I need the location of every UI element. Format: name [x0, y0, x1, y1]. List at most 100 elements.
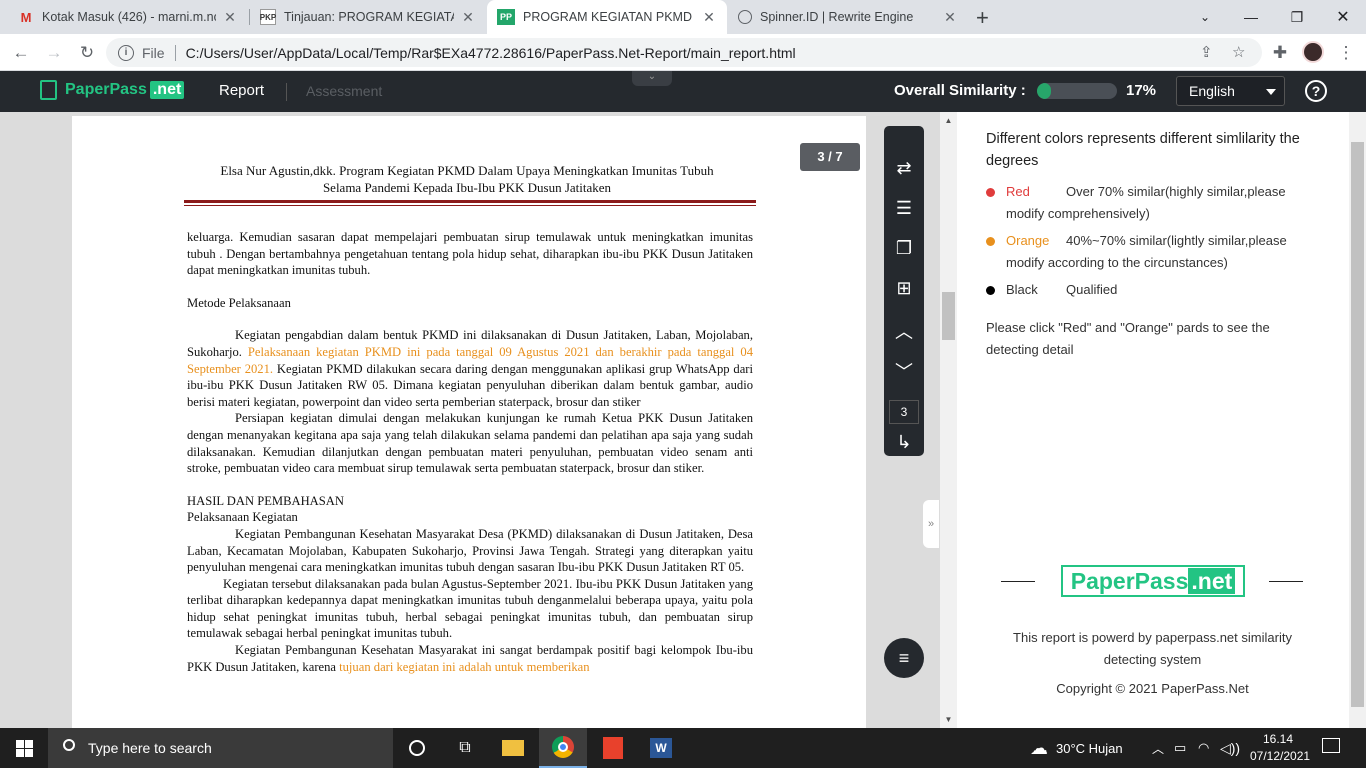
weather-cloud-icon: ☁ — [1030, 737, 1048, 758]
browser-tab-bar: M Kotak Masuk (426) - marni.m.noo ✕ PKP … — [0, 0, 1366, 34]
panel-scrollbar[interactable] — [1349, 112, 1366, 728]
orange-dot-icon — [986, 237, 995, 246]
browser-menu-icon[interactable]: ⋮ — [1334, 41, 1358, 65]
new-tab-icon[interactable]: + — [976, 5, 989, 31]
list-icon[interactable]: ☰ — [884, 198, 924, 219]
legend-black: Black Qualified — [986, 279, 1316, 301]
close-tab-icon[interactable]: ✕ — [942, 9, 958, 26]
chevron-down-icon[interactable]: ﹀ — [884, 358, 924, 384]
tab-search-icon[interactable]: ⌄ — [1182, 0, 1228, 34]
paragraph: Persiapan kegiatan dimulai dengan melaku… — [187, 411, 753, 476]
tab-paperpass-report[interactable]: PP PROGRAM KEGIATAN PKMD DAL ✕ — [487, 0, 727, 34]
globe-icon — [738, 10, 752, 24]
brand-line — [1269, 581, 1303, 582]
file-explorer-icon[interactable] — [489, 728, 537, 768]
close-tab-icon[interactable]: ✕ — [460, 9, 476, 26]
close-tab-icon[interactable]: ✕ — [701, 9, 717, 26]
notification-icon[interactable] — [1322, 738, 1340, 753]
legend-desc: Qualified — [1066, 282, 1118, 297]
battery-icon[interactable]: ▭ — [1174, 728, 1186, 768]
reload-icon[interactable]: ↻ — [75, 41, 99, 65]
back-icon[interactable]: ← — [9, 41, 33, 65]
close-window-icon[interactable]: ✕ — [1320, 0, 1366, 34]
expand-panel-icon[interactable]: » — [923, 500, 939, 548]
go-to-page-icon[interactable]: ↳ — [884, 432, 924, 453]
pkp-icon: PKP — [260, 9, 276, 25]
copy-icon[interactable]: ❐ — [884, 238, 924, 259]
task-view-icon[interactable]: ⧉ — [441, 728, 489, 768]
maximize-icon[interactable]: ❐ — [1274, 0, 1320, 34]
tab-gmail[interactable]: M Kotak Masuk (426) - marni.m.noo ✕ — [8, 0, 248, 34]
section-heading: HASIL DAN PEMBAHASAN — [187, 493, 344, 508]
tab-spinner[interactable]: Spinner.ID | Rewrite Engine ✕ — [728, 0, 968, 34]
help-icon[interactable]: ? — [1305, 80, 1327, 102]
nav-divider — [286, 83, 287, 101]
wifi-icon[interactable]: ◠ — [1198, 728, 1209, 768]
cortana-icon[interactable] — [393, 728, 441, 768]
word-icon[interactable]: W — [637, 728, 685, 768]
legend-name: Orange — [1006, 233, 1050, 248]
gmail-icon: M — [20, 9, 32, 25]
nav-report[interactable]: Report — [219, 82, 264, 99]
extensions-icon[interactable]: ✚ — [1268, 41, 1292, 65]
info-icon[interactable]: i — [118, 44, 134, 61]
logo-text: PaperPass — [65, 81, 147, 98]
clock-date: 07/12/2021 — [1250, 749, 1311, 763]
taskbar-search[interactable]: Type here to search — [48, 728, 393, 768]
legend-note: Please click "Red" and "Orange" pards to… — [986, 320, 1270, 357]
scroll-down-icon[interactable]: ▼ — [940, 715, 957, 724]
tab-tinjauan[interactable]: PKP Tinjauan: PROGRAM KEGIATAN P ✕ — [250, 0, 486, 34]
legend-red: Red Over 70% similar(highly similar,plea… — [986, 181, 1316, 225]
brand-line — [1001, 581, 1035, 582]
omni-divider — [174, 44, 176, 61]
document-body: keluarga. Kemudian sasaran dapat mempela… — [187, 229, 753, 675]
system-clock[interactable]: 16.14 07/12/2021 — [1250, 731, 1311, 765]
black-dot-icon — [986, 286, 995, 295]
address-toolbar: ← → ↻ i File C:/Users/User/AppData/Local… — [0, 34, 1366, 71]
document-scrollbar[interactable]: ▲ ▼ — [940, 112, 957, 728]
legend-desc: modify according to the circunstances) — [1006, 255, 1228, 270]
chrome-icon[interactable] — [539, 728, 587, 768]
orange-similar-highlight[interactable]: tujuan dari kegiatan ini adalah untuk me… — [339, 660, 589, 674]
page-number-input[interactable]: 3 — [889, 400, 919, 424]
nav-assessment[interactable]: Assessment — [306, 83, 382, 99]
brand-main: PaperPass — [1070, 568, 1189, 594]
align-icon[interactable]: ⊞ — [884, 278, 924, 299]
legend-desc: 40%~70% similar(lightly similar,please — [1066, 233, 1287, 248]
legend-panel: » Different colors represents different … — [923, 112, 1366, 728]
language-select[interactable]: English — [1176, 76, 1285, 106]
scroll-up-icon[interactable]: ▲ — [940, 116, 957, 125]
document-page: Elsa Nur Agustin,dkk. Program Kegiatan P… — [72, 116, 866, 728]
pdf-app-icon[interactable] — [589, 728, 637, 768]
menu-icon[interactable]: ≡ — [884, 638, 924, 678]
profile-avatar[interactable] — [1302, 41, 1324, 63]
minimize-icon[interactable]: — — [1228, 0, 1274, 34]
clock-time: 16.14 — [1262, 732, 1294, 746]
volume-icon[interactable]: ◁)) — [1220, 728, 1240, 768]
section-heading: Metode Pelaksanaan — [187, 295, 291, 310]
swap-icon[interactable]: ⇄ — [884, 158, 924, 179]
weather-widget[interactable]: ☁ 30°C Hujan — [1030, 728, 1123, 768]
header-rule — [184, 200, 756, 203]
close-tab-icon[interactable]: ✕ — [222, 9, 238, 26]
search-placeholder: Type here to search — [88, 740, 212, 756]
chevron-up-icon[interactable]: ︿ — [884, 318, 924, 344]
legend-desc: modify comprehensively) — [1006, 206, 1150, 221]
address-field[interactable]: i File C:/Users/User/AppData/Local/Temp/… — [106, 38, 1262, 67]
header-line-1: Elsa Nur Agustin,dkk. Program Kegiatan P… — [220, 163, 714, 178]
subsection-heading: Pelaksanaan Kegiatan — [187, 510, 298, 525]
scroll-thumb[interactable] — [1351, 142, 1364, 707]
tab-title: PROGRAM KEGIATAN PKMD DAL — [523, 10, 695, 24]
copyright-text: Copyright © 2021 PaperPass.Net — [1056, 681, 1249, 696]
windows-start-icon[interactable] — [0, 728, 48, 768]
forward-icon[interactable]: → — [42, 41, 66, 65]
bookmark-star-icon[interactable]: ☆ — [1232, 43, 1245, 61]
windows-taskbar: Type here to search ⧉ W ☁ 30°C Hujan ︿ ▭… — [0, 728, 1366, 768]
tray-chevron-icon[interactable]: ︿ — [1152, 728, 1164, 768]
powered-by-text: This report is powerd by paperpass.net s… — [1013, 630, 1292, 667]
document-icon — [40, 80, 57, 100]
app-header: PaperPass .net Report Assessment ⌄ Overa… — [0, 71, 1366, 112]
collapse-header-icon[interactable]: ⌄ — [632, 71, 672, 86]
share-icon[interactable]: ⇪ — [1200, 43, 1213, 61]
scroll-thumb[interactable] — [942, 292, 955, 340]
